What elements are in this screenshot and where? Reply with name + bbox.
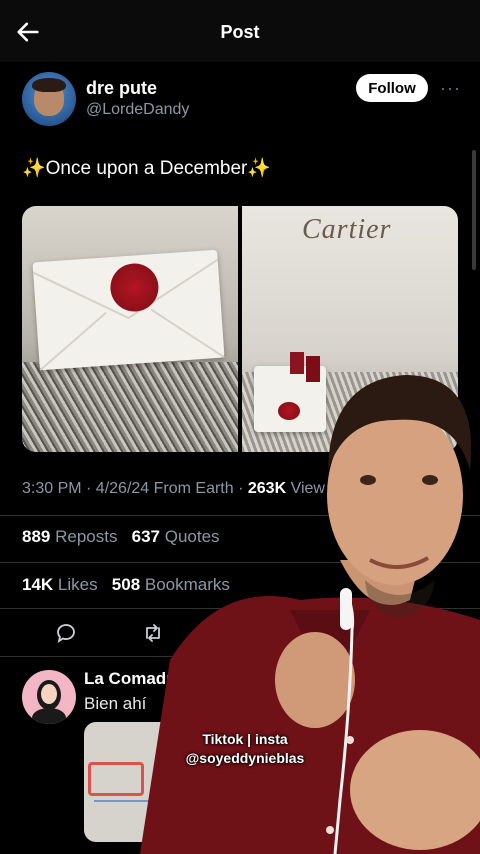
post-text: ✨Once upon a December✨ <box>22 158 272 179</box>
more-dots-icon[interactable]: ··· <box>440 78 461 99</box>
reply-avatar[interactable] <box>22 670 76 724</box>
reply-text: Bien ahí <box>84 694 147 713</box>
author-avatar[interactable] <box>22 72 76 126</box>
author-name[interactable]: dre pute <box>86 78 157 99</box>
scrollbar[interactable] <box>472 150 476 270</box>
caption-line-2: @soyeddynieblas <box>185 750 305 766</box>
follow-button[interactable]: Follow <box>356 74 428 102</box>
brand-label: Cartier <box>302 214 392 245</box>
likes-stat[interactable]: 14K Likes <box>22 575 98 594</box>
author-handle[interactable]: @LordeDandy <box>86 101 189 119</box>
caption-line-1: Tiktok | insta <box>202 731 288 747</box>
presenter-video-overlay <box>140 375 480 854</box>
page-title: Post <box>220 22 260 42</box>
video-caption: Tiktok | insta @soyeddynieblas <box>160 730 330 768</box>
reply-bubble-icon[interactable] <box>53 621 79 645</box>
reposts-stat[interactable]: 889 Reposts <box>22 527 117 546</box>
